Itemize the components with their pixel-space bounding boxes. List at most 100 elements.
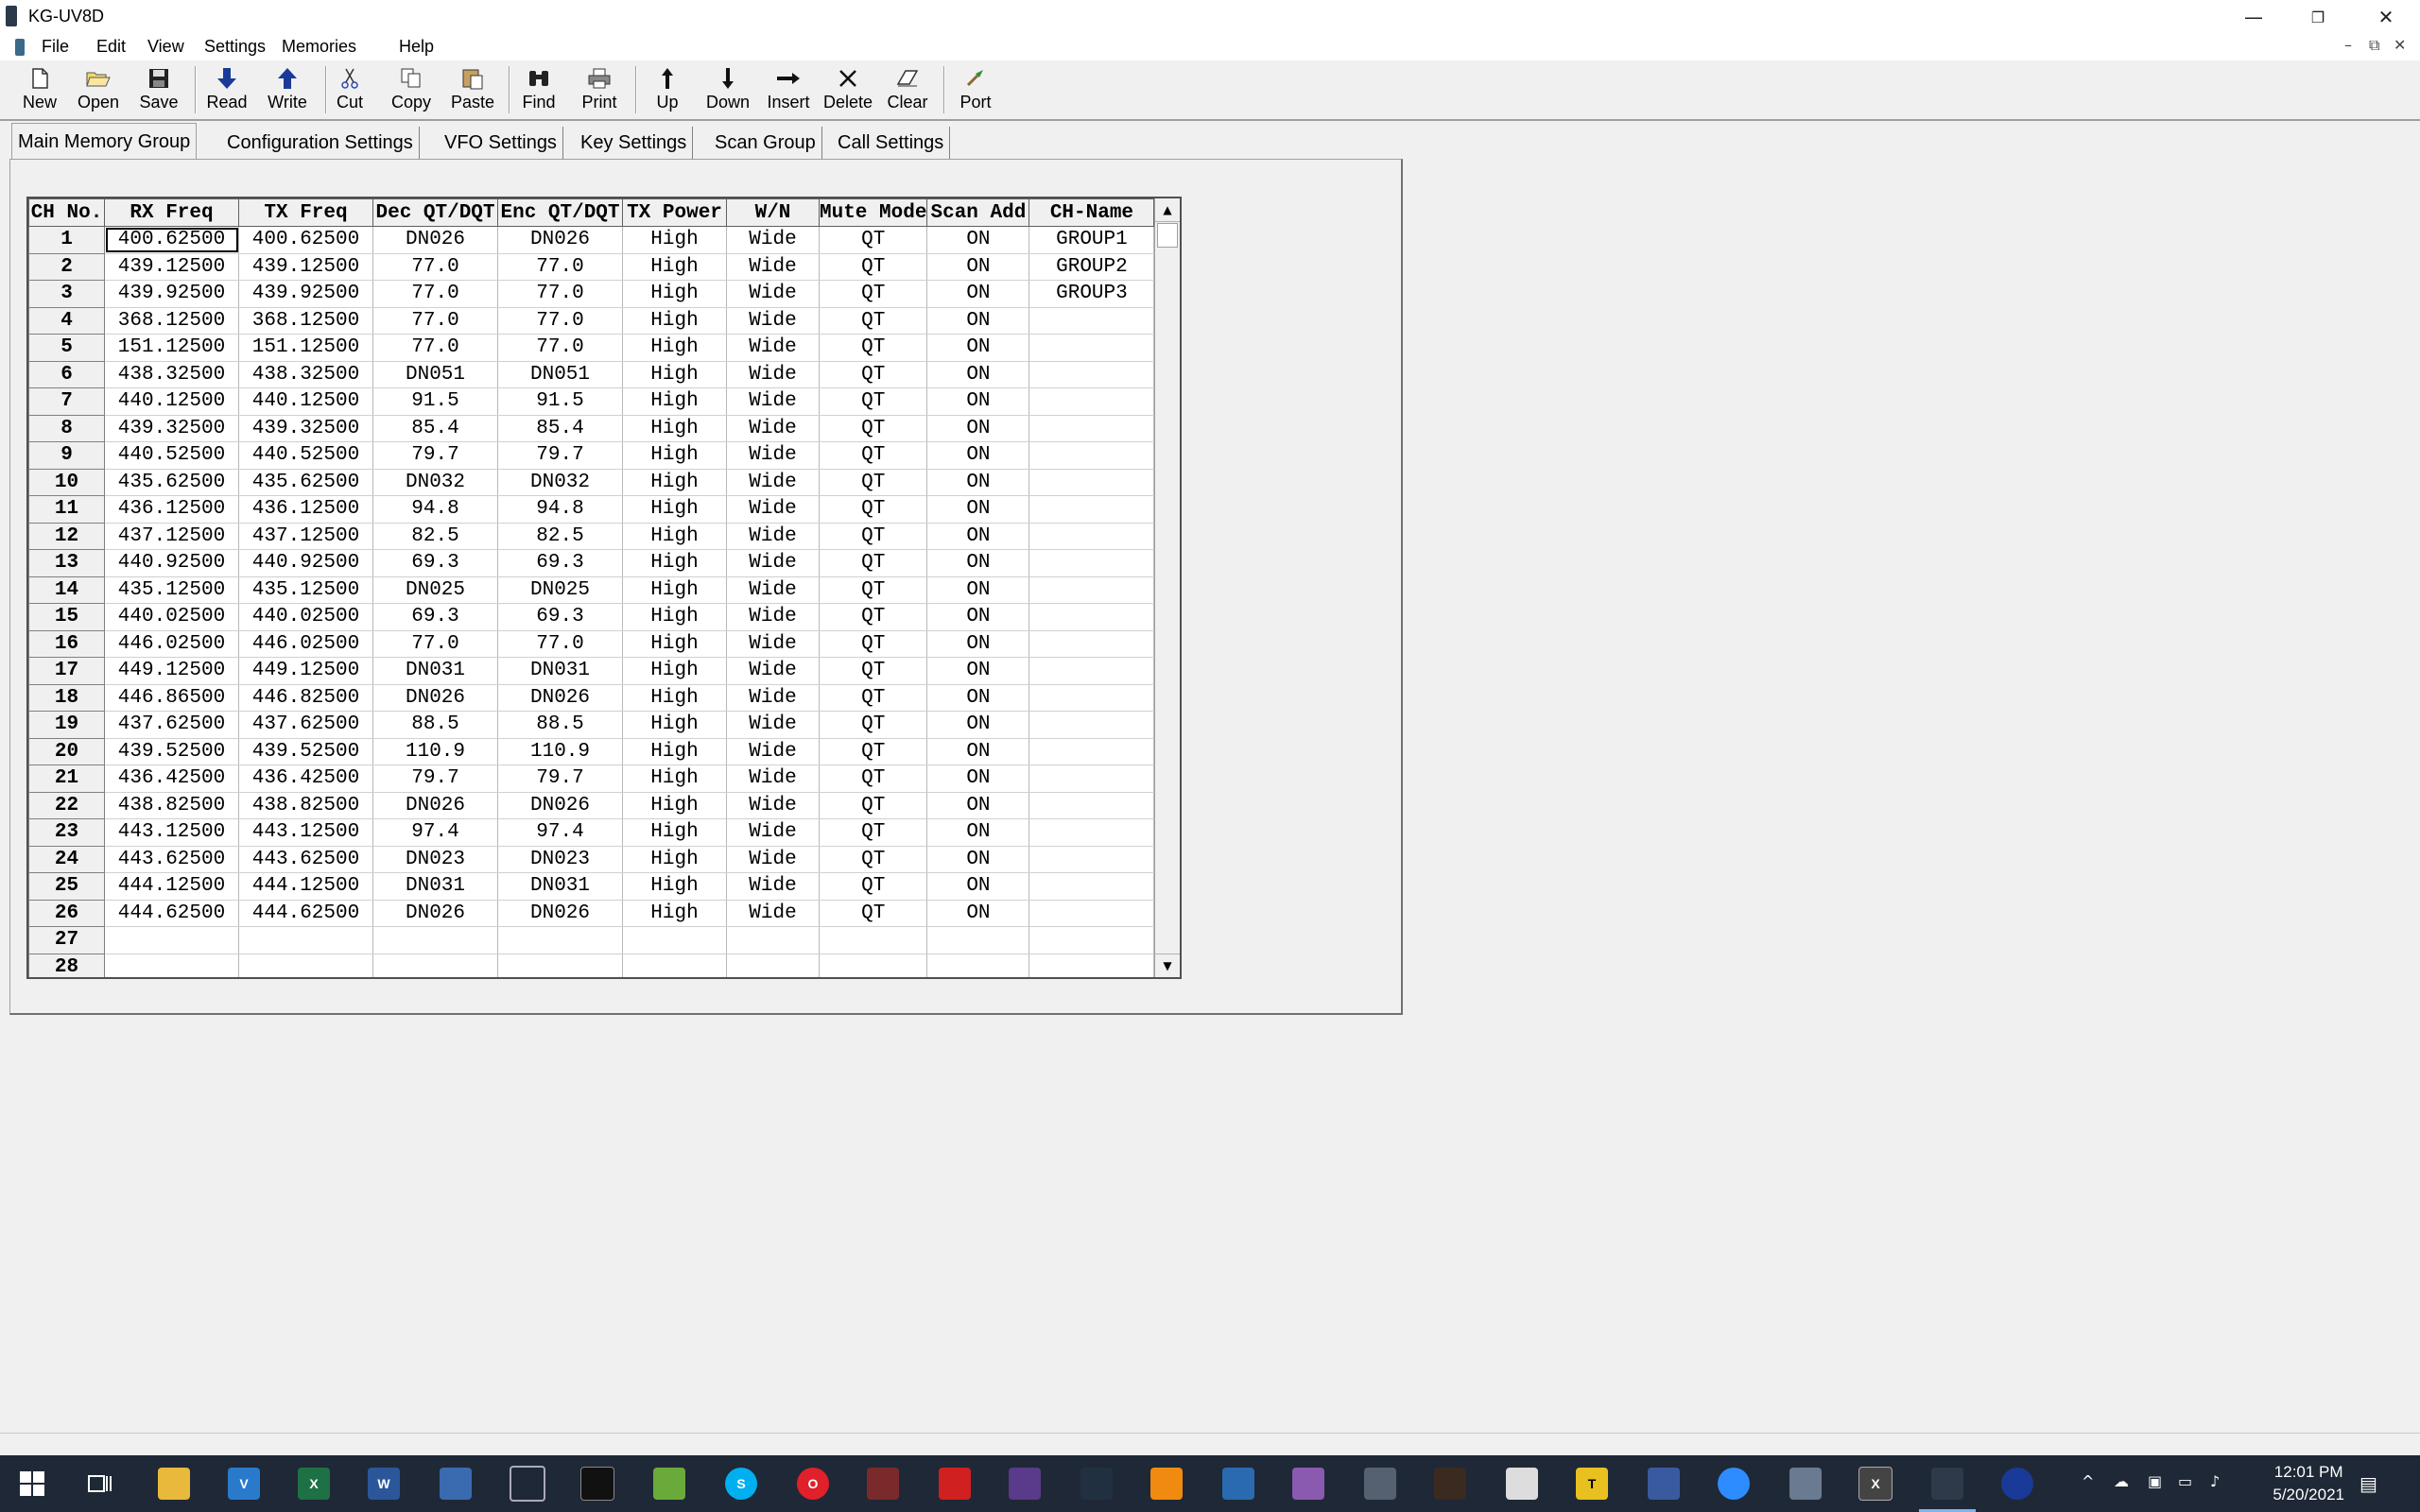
cell-ch-name[interactable]: [1028, 307, 1155, 335]
cell-tx-freq[interactable]: 443.12500: [238, 818, 373, 847]
child-minimize-icon[interactable]: –: [2344, 36, 2352, 54]
cell-ch-name[interactable]: [1028, 846, 1155, 873]
table-row[interactable]: 9 440.52500 440.52500 79.7 79.7 High Wide QT ON: [28, 441, 1155, 470]
cell-enc-qt[interactable]: DN031: [497, 872, 623, 901]
cell-tx-freq[interactable]: 440.02500: [238, 603, 373, 631]
cell-dec-qt[interactable]: DN023: [372, 846, 498, 873]
cell-dec-qt[interactable]: 91.5: [372, 387, 498, 416]
menu-settings[interactable]: Settings: [204, 37, 266, 57]
col-header-rx-freq[interactable]: RX Freq: [104, 198, 239, 227]
cell-mute-mode[interactable]: QT: [819, 307, 928, 335]
cell-ch-name[interactable]: GROUP3: [1028, 280, 1155, 308]
cell-enc-qt[interactable]: 110.9: [497, 738, 623, 765]
cell-wn[interactable]: Wide: [726, 657, 820, 685]
cell-tx-power[interactable]: High: [622, 846, 727, 873]
cell-tx-power[interactable]: High: [622, 495, 727, 524]
cell-tx-power[interactable]: High: [622, 576, 727, 604]
cell-mute-mode[interactable]: QT: [819, 361, 928, 388]
cell-tx-power[interactable]: High: [622, 280, 727, 308]
cell-scan-add[interactable]: ON: [926, 253, 1030, 281]
menu-file[interactable]: File: [42, 37, 69, 57]
cell-rx-freq[interactable]: 437.62500: [104, 711, 239, 739]
task-view-icon[interactable]: [81, 1465, 119, 1503]
cell-scan-add[interactable]: ON: [926, 307, 1030, 335]
cell-dec-qt[interactable]: 77.0: [372, 253, 498, 281]
cell-ch-name[interactable]: [1028, 657, 1155, 685]
tab-main-memory-group[interactable]: Main Memory Group: [11, 123, 198, 160]
cell-tx-freq[interactable]: 439.12500: [238, 253, 373, 281]
cell-wn[interactable]: Wide: [726, 603, 820, 631]
cell-enc-qt[interactable]: 77.0: [497, 253, 623, 281]
word-icon[interactable]: W: [365, 1465, 403, 1503]
cell-enc-qt[interactable]: DN032: [497, 469, 623, 496]
cell-tx-power[interactable]: High: [622, 603, 727, 631]
cell-ch-name[interactable]: [1028, 738, 1155, 765]
table-row[interactable]: 4 368.12500 368.12500 77.0 77.0 High Wide QT ON: [28, 306, 1155, 335]
table-row[interactable]: 15 440.02500 440.02500 69.3 69.3 High Wide QT ON: [28, 603, 1155, 631]
cell-wn[interactable]: Wide: [726, 441, 820, 470]
cell-scan-add[interactable]: ON: [926, 846, 1030, 873]
cell-dec-qt[interactable]: DN026: [372, 226, 498, 254]
cell-wn[interactable]: Wide: [726, 523, 820, 550]
tool-app-icon[interactable]: [1289, 1465, 1327, 1503]
cell-scan-add[interactable]: ON: [926, 549, 1030, 577]
cell-mute-mode[interactable]: QT: [819, 684, 928, 712]
cell-enc-qt[interactable]: DN026: [497, 792, 623, 819]
tab-vfo-settings[interactable]: VFO Settings: [439, 127, 563, 159]
cell-ch-name[interactable]: [1028, 415, 1155, 442]
table-row[interactable]: 14 435.12500 435.12500 DN025 DN025 High Wide QT…: [28, 576, 1155, 604]
cell-mute-mode[interactable]: QT: [819, 334, 928, 362]
cell-enc-qt[interactable]: 77.0: [497, 630, 623, 658]
cell-mute-mode[interactable]: QT: [819, 738, 928, 765]
cell-rx-freq[interactable]: 440.12500: [104, 387, 239, 416]
cell-enc-qt[interactable]: DN031: [497, 657, 623, 685]
cell-rx-freq[interactable]: 435.62500: [104, 469, 239, 496]
col-header-tx-power[interactable]: TX Power: [622, 198, 727, 227]
cell-scan-add[interactable]: [926, 926, 1030, 954]
table-row[interactable]: 25 444.12500 444.12500 DN031 DN031 High Wide QT…: [28, 872, 1155, 901]
cell-enc-qt[interactable]: 77.0: [497, 334, 623, 362]
cell-dec-qt[interactable]: 110.9: [372, 738, 498, 765]
cell-ch-name[interactable]: [1028, 954, 1155, 977]
cell-rx-freq[interactable]: 439.12500: [104, 253, 239, 281]
col-header-scan-add[interactable]: Scan Add: [926, 198, 1030, 227]
table-row[interactable]: 22 438.82500 438.82500 DN026 DN026 High Wide QT…: [28, 791, 1155, 819]
cell-dec-qt[interactable]: DN031: [372, 657, 498, 685]
cell-tx-power[interactable]: High: [622, 307, 727, 335]
cell-enc-qt[interactable]: [497, 954, 623, 977]
cell-wn[interactable]: Wide: [726, 818, 820, 847]
cell-wn[interactable]: Wide: [726, 549, 820, 577]
cell-mute-mode[interactable]: QT: [819, 657, 928, 685]
system-clock[interactable]: 12:01 PM 5/20/2021: [2273, 1461, 2344, 1506]
child-close-icon[interactable]: ✕: [2394, 36, 2406, 54]
table-row[interactable]: 20 439.52500 439.52500 110.9 110.9 High Wide QT…: [28, 737, 1155, 765]
cell-tx-power[interactable]: High: [622, 226, 727, 254]
cell-tx-freq[interactable]: 151.12500: [238, 334, 373, 362]
cell-scan-add[interactable]: ON: [926, 334, 1030, 362]
cell-wn[interactable]: Wide: [726, 387, 820, 416]
delete-button[interactable]: Delete: [822, 64, 873, 115]
cell-wn[interactable]: Wide: [726, 469, 820, 496]
cell-wn[interactable]: Wide: [726, 576, 820, 604]
port-button[interactable]: Port: [957, 64, 994, 115]
cell-dec-qt[interactable]: 94.8: [372, 495, 498, 524]
document-icon[interactable]: [15, 39, 25, 56]
cell-enc-qt[interactable]: 69.3: [497, 603, 623, 631]
cell-mute-mode[interactable]: QT: [819, 792, 928, 819]
cell-rx-freq[interactable]: 444.12500: [104, 872, 239, 901]
restore-icon[interactable]: ❐: [2288, 0, 2348, 34]
menu-memories[interactable]: Memories: [282, 37, 356, 57]
cell-tx-power[interactable]: [622, 926, 727, 954]
cell-mute-mode[interactable]: QT: [819, 469, 928, 496]
cell-ch-name[interactable]: GROUP1: [1028, 226, 1155, 254]
cell-enc-qt[interactable]: 79.7: [497, 441, 623, 470]
computer-app-icon[interactable]: [1645, 1465, 1683, 1503]
excel-icon[interactable]: X: [295, 1465, 333, 1503]
cell-scan-add[interactable]: ON: [926, 657, 1030, 685]
vlc-icon[interactable]: [1148, 1465, 1185, 1503]
cell-ch-name[interactable]: [1028, 684, 1155, 712]
cell-rx-freq[interactable]: [104, 926, 239, 954]
cell-dec-qt[interactable]: DN026: [372, 900, 498, 927]
cell-rx-freq[interactable]: [104, 954, 239, 977]
network-tool-icon[interactable]: [864, 1465, 902, 1503]
